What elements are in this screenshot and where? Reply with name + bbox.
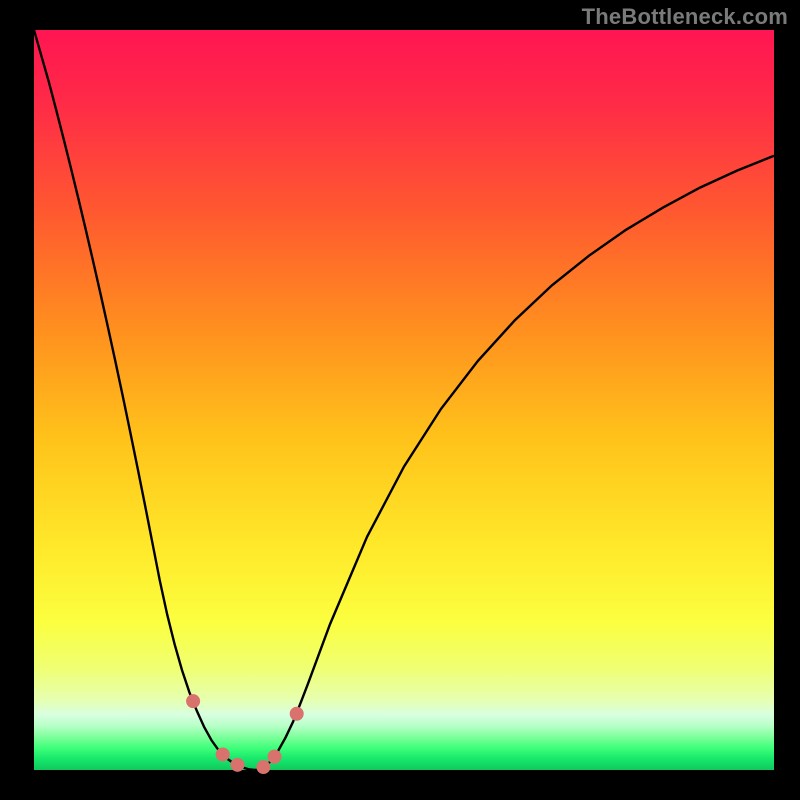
watermark-text: TheBottleneck.com [582, 4, 788, 30]
plot-background [34, 30, 774, 770]
bottleneck-chart [0, 0, 800, 800]
chart-container: TheBottleneck.com [0, 0, 800, 800]
marker-dot [256, 760, 270, 774]
marker-dot [216, 747, 230, 761]
marker-dot [268, 750, 282, 764]
marker-dot [290, 707, 304, 721]
marker-dot [186, 694, 200, 708]
marker-dot [231, 758, 245, 772]
